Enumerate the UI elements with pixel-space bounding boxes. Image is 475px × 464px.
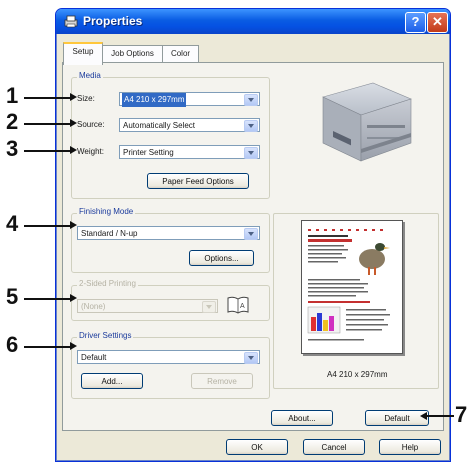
weight-select[interactable]: Printer Setting: [119, 145, 260, 159]
weight-label: Weight:: [77, 147, 104, 156]
chevron-down-icon[interactable]: [244, 352, 258, 364]
arrow-right-icon: [70, 93, 77, 101]
two-sided-value: (None): [81, 302, 106, 311]
window-title: Properties: [83, 14, 143, 28]
svg-text:A: A: [240, 303, 245, 310]
book-icon[interactable]: A: [226, 295, 250, 315]
tab-setup[interactable]: Setup: [63, 42, 103, 65]
chevron-down-icon[interactable]: [202, 301, 216, 313]
two-sided-select[interactable]: (None): [77, 299, 218, 313]
finishing-mode-select[interactable]: Standard / N-up: [77, 226, 260, 240]
callout-1-line: [24, 97, 72, 99]
chevron-down-icon[interactable]: [244, 120, 258, 132]
help-button[interactable]: Help: [379, 439, 441, 455]
callout-7-line: [426, 415, 454, 417]
callout-6-line: [24, 346, 72, 348]
printer-image: [322, 82, 412, 162]
tab-job-options[interactable]: Job Options: [102, 45, 163, 63]
driver-settings-group: [71, 337, 270, 399]
finishing-mode-label: Finishing Mode: [77, 207, 136, 216]
arrow-right-icon: [70, 221, 77, 229]
callout-5: 5: [6, 284, 19, 309]
callout-7: 7: [455, 402, 468, 427]
driver-settings-select[interactable]: Default: [77, 350, 260, 364]
callout-1: 1: [6, 83, 19, 108]
callout-4-line: [24, 225, 72, 227]
help-title-button[interactable]: ?: [405, 12, 426, 33]
callout-2-line: [24, 123, 72, 125]
two-sided-printing-label: 2-Sided Printing: [77, 279, 138, 288]
driver-settings-label: Driver Settings: [77, 331, 134, 340]
callout-5-line: [24, 298, 72, 300]
media-group-label: Media: [77, 71, 103, 80]
preview-caption: A4 210 x 297mm: [327, 370, 388, 379]
source-select[interactable]: Automatically Select: [119, 118, 260, 132]
chevron-down-icon[interactable]: [244, 94, 258, 106]
printer-properties-icon: [64, 15, 78, 28]
finishing-mode-value: Standard / N-up: [81, 229, 138, 238]
callout-4: 4: [6, 211, 19, 236]
arrow-right-icon: [70, 342, 77, 350]
callout-3-line: [24, 150, 72, 152]
arrow-right-icon: [70, 294, 77, 302]
callout-6: 6: [6, 332, 19, 357]
page-preview-content: [307, 229, 390, 341]
properties-dialog: Properties ? ✕ Setup Job Options Color M…: [55, 8, 451, 462]
tab-color[interactable]: Color: [162, 45, 199, 63]
source-value: Automatically Select: [123, 121, 196, 130]
callout-3: 3: [6, 136, 19, 161]
add-button[interactable]: Add...: [81, 373, 143, 389]
close-button[interactable]: ✕: [427, 12, 448, 33]
title-bar[interactable]: Properties ? ✕: [56, 9, 450, 34]
size-label: Size:: [77, 94, 95, 103]
weight-value: Printer Setting: [123, 148, 174, 157]
options-button[interactable]: Options...: [189, 250, 254, 266]
ok-button[interactable]: OK: [226, 439, 288, 455]
about-button[interactable]: About...: [271, 410, 333, 426]
remove-button[interactable]: Remove: [191, 373, 253, 389]
cancel-button[interactable]: Cancel: [303, 439, 365, 455]
chevron-down-icon[interactable]: [244, 228, 258, 240]
callout-2: 2: [6, 109, 19, 134]
arrow-right-icon: [70, 119, 77, 127]
chevron-down-icon[interactable]: [244, 147, 258, 159]
size-value: A4 210 x 297mm: [122, 93, 187, 107]
size-select[interactable]: A4 210 x 297mm: [119, 92, 260, 107]
arrow-right-icon: [70, 146, 77, 154]
page-preview: [301, 220, 403, 354]
setup-tab-panel: Media Size: A4 210 x 297mm Source: Autom…: [62, 62, 444, 431]
source-label: Source:: [77, 120, 105, 129]
driver-settings-value: Default: [81, 353, 107, 362]
paper-feed-options-button[interactable]: Paper Feed Options: [147, 173, 249, 189]
